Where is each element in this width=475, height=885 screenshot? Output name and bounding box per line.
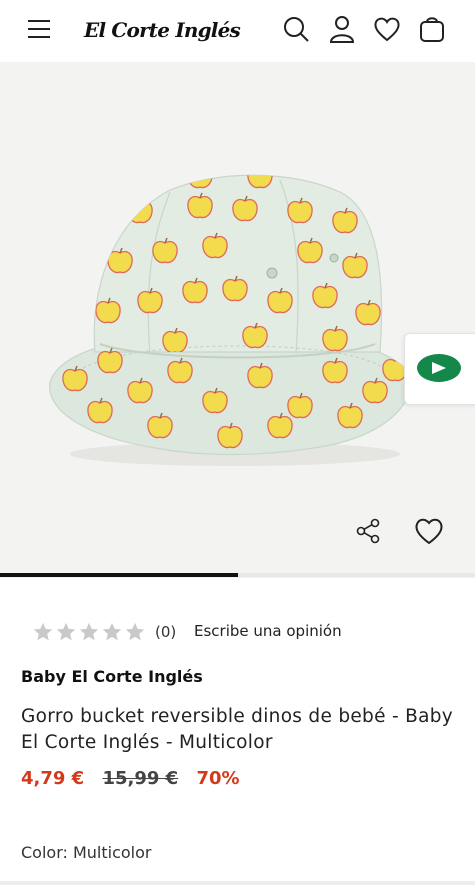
heart-icon[interactable] (372, 14, 402, 44)
star-icon (125, 622, 145, 641)
menu-icon[interactable] (28, 18, 52, 40)
product-brand[interactable]: Baby El Corte Inglés (21, 667, 203, 686)
search-icon[interactable] (281, 14, 311, 44)
star-icon (33, 622, 53, 641)
product-title: Gorro bucket reversible dinos de bebé - … (21, 706, 454, 753)
divider (0, 881, 475, 885)
user-icon[interactable] (327, 14, 357, 44)
rating-stars (32, 621, 147, 643)
wishlist-heart-icon[interactable] (412, 514, 446, 548)
star-icon (102, 622, 122, 641)
rating: (0) (32, 620, 176, 644)
star-icon (56, 622, 76, 641)
original-price: 15,99 € (102, 768, 179, 789)
discount-badge: 70% (196, 768, 240, 789)
write-review-link[interactable]: Escribe una opinión (194, 622, 342, 640)
product-image (49, 174, 412, 466)
top-header: El Corte Inglés (0, 0, 475, 63)
arrow-badge-icon (417, 354, 461, 382)
price-block: 4,79 € 15,99 € 70% (21, 768, 240, 789)
store-logo[interactable]: El Corte Inglés (84, 14, 241, 46)
rating-count[interactable]: (0) (155, 623, 176, 641)
bag-icon[interactable] (417, 14, 447, 44)
partner-badge-button[interactable] (404, 333, 475, 405)
star-icon (79, 622, 99, 641)
product-image-gallery[interactable] (0, 62, 475, 578)
selected-color: Color: Multicolor (21, 843, 152, 862)
share-icon[interactable] (351, 514, 385, 548)
carousel-progress-indicator[interactable] (0, 573, 238, 577)
current-price: 4,79 € (21, 768, 85, 789)
